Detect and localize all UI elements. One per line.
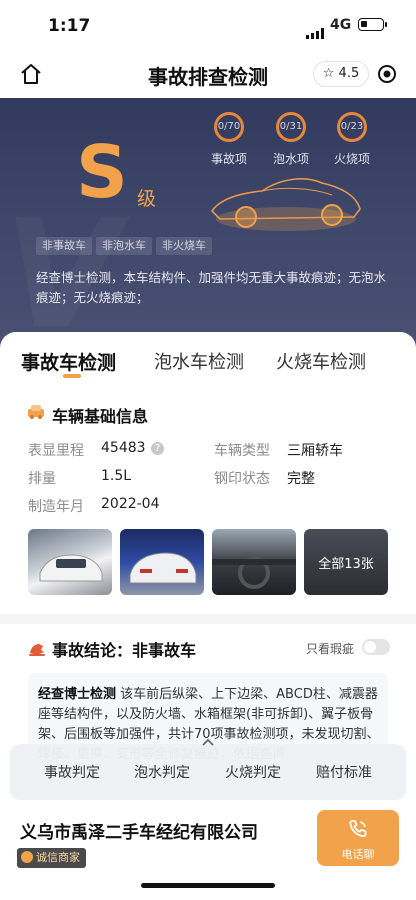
stamp-status-label: 钢印状态 (214, 471, 270, 487)
battery-icon (358, 18, 387, 31)
all-photos-label: 全部13张 (318, 557, 374, 572)
chevron-up-icon[interactable] (200, 734, 216, 750)
flood-metric-label: 泡水项 (272, 152, 309, 166)
rating-value: 4.5 (338, 66, 360, 81)
manufacture-date-label: 制造年月 (28, 499, 84, 515)
fire-metric-label: 火烧项 (333, 152, 370, 166)
tag-non-flood: 非泡水车 (96, 237, 152, 255)
flaws-only-toggle[interactable] (362, 639, 390, 655)
nav-compensation-standard[interactable]: 赔付标准 (304, 762, 384, 782)
network-label: 4G (330, 17, 352, 33)
status-time: 1:17 (48, 16, 91, 36)
trusted-dealer-badge: 诚信商家 (17, 848, 86, 868)
displacement-label: 排量 (28, 471, 56, 487)
home-indicator (141, 883, 275, 888)
vehicle-type-label: 车辆类型 (214, 443, 270, 459)
active-tab-indicator (63, 374, 81, 378)
rating-button[interactable]: ☆ 4.5 (313, 61, 369, 87)
nav-bar: 事故排查检测 ☆ 4.5 (0, 52, 416, 98)
fire-metric-value: 0/23 (340, 121, 364, 132)
dealer-name[interactable]: 义乌市禹泽二手车经纪有限公司 (20, 818, 258, 843)
summary-description: 经查博士检测，本车结构件、加强件均无重大事故痕迹；无泡水痕迹；无火烧痕迹； (36, 270, 387, 305)
record-icon[interactable] (377, 64, 397, 84)
car-front-image (39, 554, 103, 582)
result-tags: 非事故车 非泡水车 非火烧车 (36, 234, 216, 255)
status-bar: 1:17 4G (0, 0, 416, 52)
car-outline-illustration (210, 178, 361, 231)
flood-metric-ring: 0/31 (276, 112, 306, 142)
nav-accident-judgement[interactable]: 事故判定 (32, 762, 112, 782)
vehicle-info-title: 车辆基础信息 (52, 407, 149, 426)
nav-fire-judgement[interactable]: 火烧判定 (213, 762, 293, 782)
inspection-tabs: 事故车检测 泡水车检测 火烧车检测 (0, 348, 416, 388)
displacement-value: 1.5L (101, 468, 132, 484)
flood-metric-value: 0/31 (279, 121, 303, 132)
conclusion-brand: 经查博士检测 (38, 687, 117, 702)
accident-metric-value: 0/70 (217, 121, 241, 132)
tag-non-accident: 非事故车 (36, 237, 92, 255)
accident-icon (29, 644, 45, 656)
car-photo-interior[interactable] (212, 529, 296, 595)
conclusion-title: 事故结论：非事故车 (52, 641, 197, 660)
mileage-value: 45483 (101, 440, 146, 456)
tab-accident[interactable]: 事故车检测 (21, 348, 116, 375)
nav-flood-judgement[interactable]: 泡水判定 (122, 762, 202, 782)
badge-label: 诚信商家 (36, 851, 80, 864)
tab-flood[interactable]: 泡水车检测 (154, 348, 244, 374)
signal-icon (306, 20, 326, 39)
steering-wheel-image (212, 557, 296, 589)
help-icon[interactable]: ? (151, 442, 164, 455)
phone-call-label: 电话聊 (341, 848, 375, 861)
car-photo-front[interactable] (28, 529, 112, 595)
all-photos-button[interactable]: 全部13张 (304, 529, 388, 595)
grade-letter: S (76, 130, 128, 214)
badge-icon (21, 851, 33, 863)
judgement-nav: 事故判定 泡水判定 火烧判定 赔付标准 (10, 738, 406, 800)
star-icon: ☆ (322, 66, 335, 81)
section-divider (0, 614, 416, 624)
accident-metric-ring: 0/70 (214, 112, 244, 142)
tag-non-fire: 非火烧车 (156, 237, 212, 255)
manufacture-date-value: 2022-04 (101, 496, 160, 512)
phone-icon (349, 820, 367, 838)
grade-unit: 级 (137, 188, 157, 210)
accident-metric-label: 事故项 (210, 152, 247, 166)
vehicle-type-value: 三厢轿车 (287, 443, 343, 459)
phone-call-button[interactable]: 电话聊 (317, 810, 399, 866)
car-rear-image (129, 552, 197, 584)
flaws-only-label: 只看瑕疵 (306, 642, 355, 656)
car-photo-rear[interactable] (120, 529, 204, 595)
fire-metric-ring: 0/23 (337, 112, 367, 142)
tab-fire[interactable]: 火烧车检测 (276, 348, 366, 374)
mileage-label: 表显里程 (28, 443, 84, 459)
stamp-status-value: 完整 (287, 471, 315, 487)
